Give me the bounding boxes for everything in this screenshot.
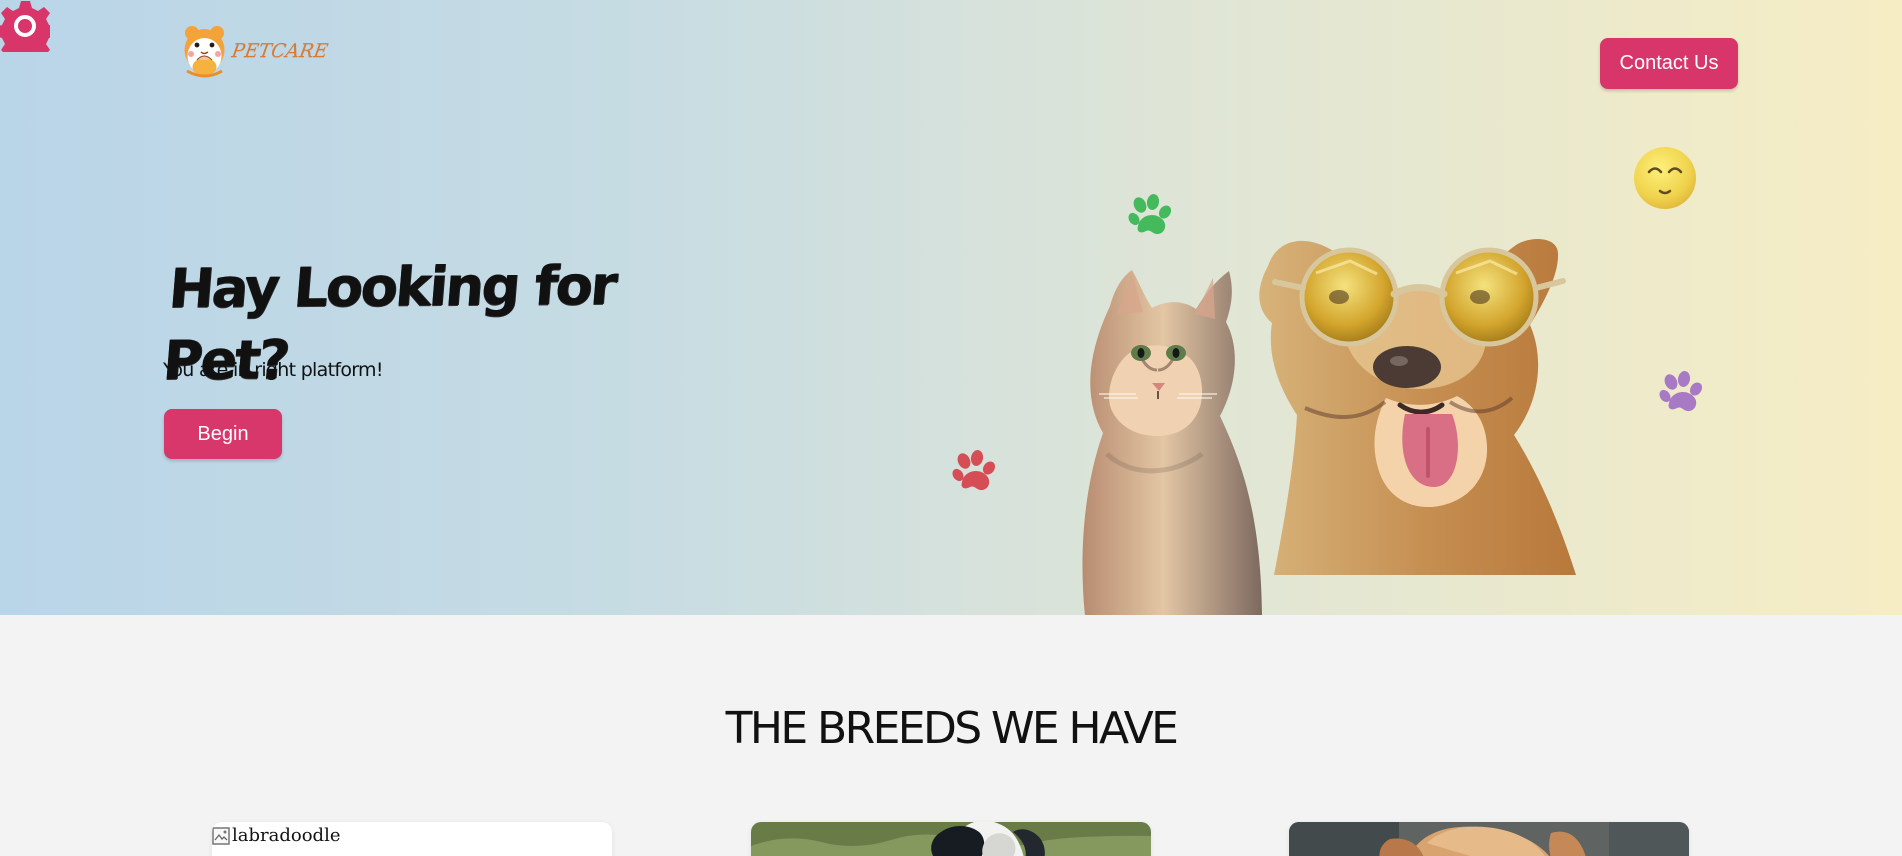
smiling-face-icon [1632, 145, 1698, 211]
green-paw-icon [1126, 194, 1174, 237]
red-paw-icon [950, 450, 998, 493]
golden-dog-photo [1289, 822, 1689, 856]
hero-subtitle: You are in right platform! [163, 359, 383, 381]
purple-paw-icon [1657, 371, 1705, 414]
hero-section: PETCARE Contact Us Hay Looking for Pet? … [0, 0, 1902, 615]
hamster-icon [184, 25, 225, 77]
contact-us-button[interactable]: Contact Us [1600, 38, 1738, 89]
breeds-title: THE BREEDS WE HAVE [725, 703, 1179, 754]
breed-card[interactable] [751, 822, 1151, 856]
begin-button[interactable]: Begin [164, 409, 282, 459]
pet-care-page: PETCARE Contact Us Hay Looking for Pet? … [0, 0, 1902, 856]
breed-card-labradoodle[interactable]: labradoodle [212, 822, 612, 856]
breed-card[interactable] [1289, 822, 1689, 856]
petcare-logo[interactable]: PETCARE [179, 18, 334, 81]
image-alt-text: labradoodle [232, 825, 341, 846]
logo-text: PETCARE [230, 40, 330, 62]
gear-icon [0, 1, 50, 52]
settings-button[interactable] [0, 0, 50, 52]
breeds-section: THE BREEDS WE HAVE labradoodle [0, 615, 1902, 856]
sheepdog-photo [751, 822, 1151, 856]
broken-image-icon [212, 827, 230, 845]
cat-and-dog-image [1058, 224, 1608, 615]
labradoodle-image: labradoodle [212, 822, 340, 850]
